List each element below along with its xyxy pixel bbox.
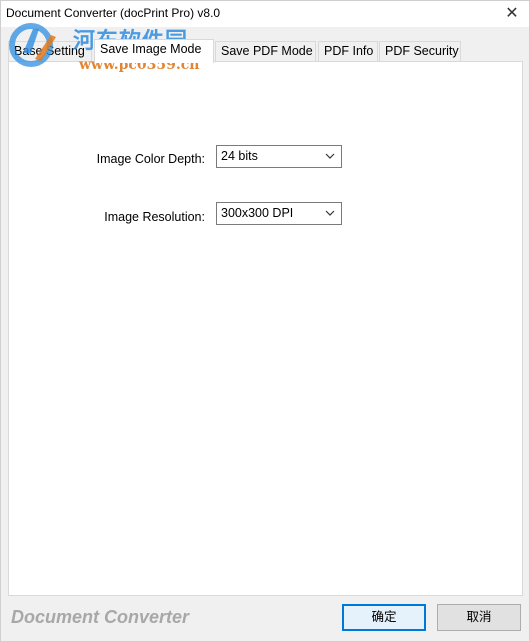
window-title: Document Converter (docPrint Pro) v8.0 [6,6,221,20]
settings-panel: Image Color Depth: 24 bits Image Resolut… [8,61,523,596]
resolution-label: Image Resolution: [104,210,205,224]
resolution-select[interactable]: 300x300 DPI [216,202,342,225]
resolution-value: 300x300 DPI [221,206,294,220]
footer-brand: Document Converter [11,607,190,627]
ok-button[interactable]: 确定 [342,604,426,631]
color-depth-select[interactable]: 24 bits [216,145,342,168]
tab-strip: Base Setting Save Image Mode Save PDF Mo… [8,39,528,63]
tab-pdf-info[interactable]: PDF Info [318,41,378,62]
tab-save-pdf-mode[interactable]: Save PDF Mode [215,41,316,62]
chevron-down-icon [325,210,335,216]
tab-pdf-security[interactable]: PDF Security [379,41,461,62]
close-icon[interactable]: ✕ [503,4,521,22]
chevron-down-icon [325,153,335,159]
cancel-button[interactable]: 取消 [437,604,521,631]
tab-base-setting[interactable]: Base Setting [8,41,92,62]
color-depth-value: 24 bits [221,149,258,163]
tab-save-image-mode[interactable]: Save Image Mode [94,39,214,63]
title-bar: Document Converter (docPrint Pro) v8.0 ✕ [1,1,529,27]
color-depth-label: Image Color Depth: [96,152,205,166]
